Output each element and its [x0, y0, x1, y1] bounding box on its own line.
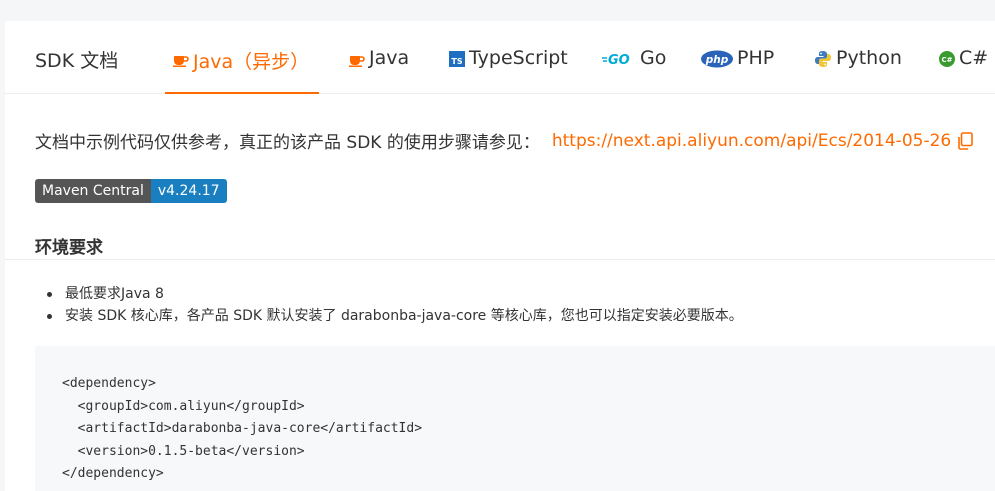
- code-line: <artifactId>darabonba-java-core</artifac…: [62, 421, 423, 436]
- code-line: <dependency>: [62, 376, 156, 391]
- tab-typescript[interactable]: TS TypeScript: [449, 47, 568, 94]
- badge-label: Maven Central: [35, 179, 151, 203]
- typescript-icon: TS: [449, 47, 465, 71]
- intro-line: 文档中示例代码仅供参考，真正的该产品 SDK 的使用步骤请参见： https:/…: [35, 128, 974, 153]
- python-icon: [814, 47, 832, 71]
- svg-text:php: php: [705, 54, 729, 66]
- csharp-icon: C#: [939, 47, 955, 71]
- svg-text:C#: C#: [941, 56, 952, 64]
- copy-icon[interactable]: [957, 131, 974, 150]
- code-line: <version>0.1.5-beta</version>: [62, 443, 305, 459]
- code-block: <dependency> <groupId>com.aliyun</groupI…: [35, 346, 995, 491]
- tab-java[interactable]: Java: [349, 47, 409, 94]
- section-divider: [5, 259, 995, 260]
- java-icon: [349, 47, 365, 71]
- svg-text:TS: TS: [451, 57, 462, 66]
- api-doc-link[interactable]: https://next.api.aliyun.com/api/Ecs/2014…: [552, 131, 951, 151]
- requirements-list: 最低要求Java 8 安装 SDK 核心库，各产品 SDK 默认安装了 dara…: [35, 283, 743, 327]
- tab-csharp[interactable]: C# C#: [939, 47, 988, 94]
- tab-label: PHP: [737, 47, 775, 69]
- tab-go[interactable]: GO Go: [602, 47, 666, 94]
- sdk-docs-panel: SDK 文档 Java（异步） Java TS TypeScript GO Go: [5, 21, 995, 491]
- maven-version-badge[interactable]: Maven Central v4.24.17: [35, 179, 227, 203]
- tab-label: C#: [959, 47, 989, 69]
- code-line: </dependency>: [62, 466, 164, 481]
- language-tab-bar: SDK 文档 Java（异步） Java TS TypeScript GO Go: [5, 21, 995, 94]
- tab-java-async[interactable]: Java（异步）: [164, 47, 320, 94]
- go-icon: GO: [602, 47, 636, 71]
- tab-label: Python: [836, 47, 902, 69]
- badge-version: v4.24.17: [150, 179, 227, 203]
- tab-label: Go: [640, 47, 667, 69]
- env-requirements-heading: 环境要求: [35, 238, 103, 258]
- tab-python[interactable]: Python: [814, 47, 902, 94]
- java-icon: [173, 47, 189, 71]
- tab-label: Java（异步）: [193, 51, 310, 73]
- list-item: 安装 SDK 核心库，各产品 SDK 默认安装了 darabonba-java-…: [35, 305, 743, 327]
- code-content: <dependency> <groupId>com.aliyun</groupI…: [62, 373, 422, 486]
- intro-text: 文档中示例代码仅供参考，真正的该产品 SDK 的使用步骤请参见：: [35, 133, 540, 153]
- tab-php[interactable]: php PHP: [701, 47, 774, 94]
- tab-label: Java: [369, 47, 410, 69]
- sdk-docs-title: SDK 文档: [35, 50, 119, 72]
- tab-label: TypeScript: [469, 47, 568, 69]
- php-icon: php: [701, 47, 733, 71]
- list-item: 最低要求Java 8: [35, 283, 743, 305]
- svg-text:GO: GO: [608, 53, 630, 67]
- code-line: <groupId>com.aliyun</groupId>: [62, 398, 305, 414]
